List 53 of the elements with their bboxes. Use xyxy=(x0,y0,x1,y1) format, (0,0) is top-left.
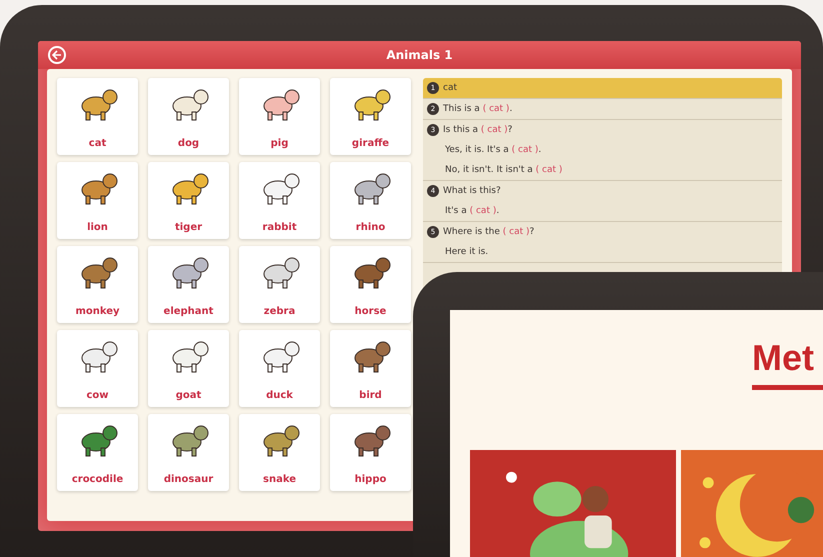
phrase-text: This is a ( cat ). xyxy=(443,104,512,114)
phrase-text: Is this a ( cat )? xyxy=(443,125,512,135)
animal-card[interactable]: monkey xyxy=(57,246,138,323)
animal-label: crocodile xyxy=(72,474,124,485)
animal-card[interactable]: rhino xyxy=(330,162,411,239)
animal-card[interactable]: giraffe xyxy=(330,78,411,155)
animal-label: snake xyxy=(263,474,296,485)
back-button[interactable] xyxy=(48,46,66,64)
animal-label: pig xyxy=(270,138,288,149)
animal-card[interactable]: dog xyxy=(148,78,229,155)
animal-label: duck xyxy=(266,390,293,401)
animal-card[interactable]: cat xyxy=(57,78,138,155)
animal-label: zebra xyxy=(264,306,296,317)
animal-label: bird xyxy=(359,390,382,401)
screen-title: Animals 1 xyxy=(386,48,454,62)
animal-card[interactable]: zebra xyxy=(239,246,320,323)
animal-card[interactable]: rabbit xyxy=(239,162,320,239)
phrase-text: It's a ( cat ). xyxy=(445,206,500,216)
animal-card[interactable]: elephant xyxy=(148,246,229,323)
animal-card[interactable]: pig xyxy=(239,78,320,155)
animal-label: monkey xyxy=(75,306,120,317)
animal-label: lion xyxy=(87,222,108,233)
animal-label: elephant xyxy=(164,306,214,317)
animal-label: horse xyxy=(354,306,386,317)
animal-card[interactable]: horse xyxy=(330,246,411,323)
animal-card[interactable]: snake xyxy=(239,414,320,491)
animal-label: hippo xyxy=(354,474,386,485)
animal-label: giraffe xyxy=(352,138,390,149)
animal-card[interactable]: dinosaur xyxy=(148,414,229,491)
animal-card[interactable]: cow xyxy=(57,330,138,407)
back-arrow-icon xyxy=(52,50,62,60)
animal-label: goat xyxy=(176,390,202,401)
animal-card[interactable]: bird xyxy=(330,330,411,407)
animal-label: tiger xyxy=(174,222,202,233)
phrase-text: cat xyxy=(443,83,457,93)
phrase-text: No, it isn't. It isn't a ( cat ) xyxy=(445,165,562,175)
animal-label: dog xyxy=(178,138,200,149)
phrase-text: Where is the ( cat )? xyxy=(443,227,534,237)
animal-label: dinosaur xyxy=(164,474,214,485)
animal-card[interactable]: duck xyxy=(239,330,320,407)
animal-label: cow xyxy=(86,390,109,401)
page-title: Met xyxy=(752,338,815,378)
animal-card[interactable]: tiger xyxy=(148,162,229,239)
animal-card[interactable]: hippo xyxy=(330,414,411,491)
animal-card[interactable]: crocodile xyxy=(57,414,138,491)
animal-label: cat xyxy=(88,138,106,149)
animal-card[interactable]: lion xyxy=(57,162,138,239)
animal-card[interactable]: goat xyxy=(148,330,229,407)
phrase-text: Here it is. xyxy=(445,247,488,257)
animal-label: rhino xyxy=(356,222,386,233)
phrase-text: Yes, it is. It's a ( cat ). xyxy=(445,145,542,155)
animal-label: rabbit xyxy=(262,222,297,233)
phrase-text: What is this? xyxy=(443,186,501,196)
